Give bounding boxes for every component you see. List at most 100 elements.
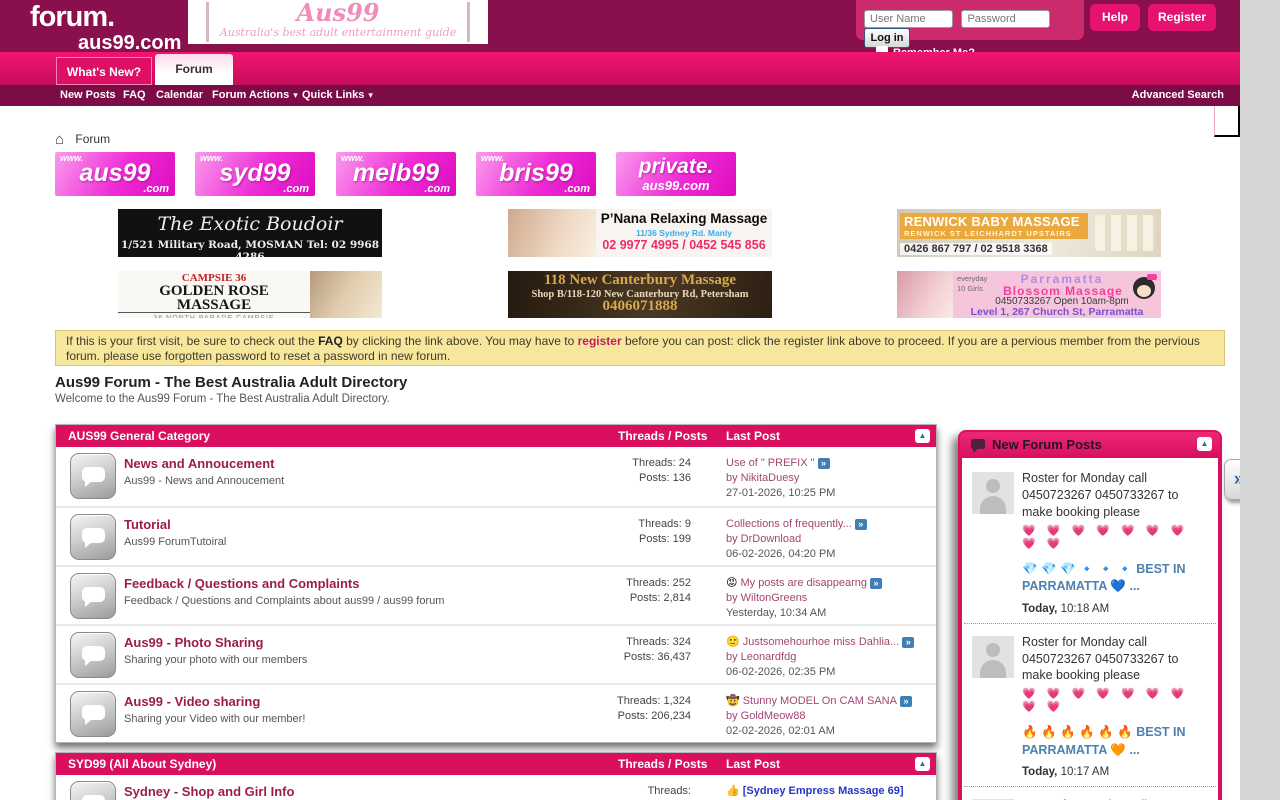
ad-parramatta-blossom-massage[interactable]: everyday 10 Girls Parramatta Blossom Mas… <box>897 271 1161 318</box>
chevron-down-icon: ▾ <box>368 90 373 100</box>
forum-description: Aus99 - News and Annoucement <box>124 475 284 487</box>
forum-bubble-icon <box>70 573 116 619</box>
username-field[interactable] <box>864 10 953 28</box>
nav-new-posts[interactable]: New Posts <box>60 85 116 106</box>
banner-tagline: Australia's best adult entertainment gui… <box>188 26 488 39</box>
password-field[interactable] <box>961 10 1050 28</box>
forum-title[interactable]: Tutorial <box>124 517 171 532</box>
ad-exotic-boudoir[interactable]: The Exotic Boudoir 1/521 Military Road, … <box>118 209 382 257</box>
last-post-link[interactable]: Use of " PREFIX " <box>726 457 815 469</box>
last-post-author[interactable]: by GoldMeow88 <box>726 710 806 722</box>
goto-last-post-icon[interactable]: » <box>855 519 867 530</box>
forum-description: Feedback / Questions and Complaints abou… <box>124 595 444 607</box>
advanced-search-link[interactable]: Advanced Search <box>1132 85 1224 106</box>
last-post-link[interactable]: Collections of frequently... <box>726 518 852 530</box>
last-post-author[interactable]: by NikitaDuesy <box>726 472 799 484</box>
search-button[interactable] <box>1214 104 1240 137</box>
sidebar-header: New Forum Posts ▲ <box>960 432 1220 458</box>
forum-title[interactable]: Feedback / Questions and Complaints <box>124 576 360 591</box>
avatar[interactable] <box>972 636 1014 678</box>
chevrons-right-icon: » <box>1234 469 1240 490</box>
tab-forum[interactable]: Forum <box>155 54 233 85</box>
banner-aus99[interactable]: www.aus99.com <box>55 152 175 196</box>
bow-icon <box>1147 274 1157 280</box>
category-title[interactable]: SYD99 (All About Sydney) <box>68 757 216 771</box>
collapse-icon[interactable]: ▲ <box>915 429 930 443</box>
forum-row: Tutorial Aus99 ForumTutoiral Threads: 9P… <box>56 506 936 565</box>
post-link-accent[interactable]: 🔥 🔥 🔥 🔥 🔥 🔥 BEST IN PARRAMATTA 🧡 ... <box>1022 724 1210 759</box>
nav-calendar[interactable]: Calendar <box>156 85 203 106</box>
breadcrumb-forum[interactable]: Forum <box>75 132 110 146</box>
last-post-date: 02-02-2026, 02:01 AM <box>726 725 835 737</box>
forum-title[interactable]: News and Annoucement <box>124 456 274 471</box>
forum-bubble-icon <box>70 453 116 499</box>
aus99-banner-ad[interactable]: Aus99 Australia's best adult entertainme… <box>188 0 488 44</box>
ad-golden-rose-massage[interactable]: CAMPSIE 36 GOLDEN ROSE MASSAGE 36 NORTH … <box>118 271 382 318</box>
candles-photo <box>1095 215 1155 251</box>
sidebar-body: Roster for Monday call 0450723267 045073… <box>962 458 1218 800</box>
page: forum. aus99.com Aus99 Australia's best … <box>0 0 1240 800</box>
column-threads-posts: Threads / Posts <box>618 753 707 775</box>
forum-stats: Threads: 61,276 <box>629 784 691 800</box>
nav-forum-actions[interactable]: Forum Actions▾ <box>212 85 298 106</box>
search-input[interactable] <box>1078 109 1206 128</box>
banner-bris99[interactable]: www.bris99.com <box>476 152 596 196</box>
logo-line2: aus99.com <box>78 33 181 53</box>
nav-faq[interactable]: FAQ <box>123 85 146 106</box>
forum-bubble-icon <box>70 514 116 560</box>
forum-row: Aus99 - Video sharing Sharing your Video… <box>56 683 936 742</box>
ad-renwick-baby-massage[interactable]: RENWICK BABY MASSAGE RENWICK ST LEICHHAR… <box>897 209 1161 257</box>
collapse-icon[interactable]: ▲ <box>1197 437 1212 451</box>
last-post-link[interactable]: [Sydney Empress Massage 69] <box>743 785 904 797</box>
goto-last-post-icon[interactable]: » <box>818 458 830 469</box>
banner-syd99[interactable]: www.syd99.com <box>195 152 315 196</box>
ad-canterbury-massage[interactable]: 118 New Canterbury Massage Shop B/118-12… <box>508 271 772 318</box>
register-button[interactable]: Register <box>1148 4 1216 31</box>
forum-stats: Threads: 24Posts: 136 <box>596 456 691 486</box>
page-title: Aus99 Forum - The Best Australia Adult D… <box>55 374 407 391</box>
category-header: SYD99 (All About Sydney) Threads / Posts… <box>56 753 936 775</box>
faq-link[interactable]: FAQ <box>318 334 343 348</box>
list-item: Roster for Monday call 0450723267 045073… <box>964 460 1216 624</box>
home-icon[interactable]: ⌂ <box>55 131 64 148</box>
tab-whats-new[interactable]: What's New? <box>56 57 152 85</box>
nav-quick-links[interactable]: Quick Links▾ <box>302 85 373 106</box>
post-link-accent[interactable]: 💎 💎 💎 🔹 🔹 🔹 BEST IN PARRAMATTA 💙 ... <box>1022 561 1210 596</box>
angry-face-icon: 😡 <box>726 577 737 589</box>
collapse-icon[interactable]: ▲ <box>915 757 930 771</box>
forum-title[interactable]: Aus99 - Photo Sharing <box>124 635 263 650</box>
last-post-author[interactable]: by Leonardfdg <box>726 651 796 663</box>
sidebar-collapse-toggle[interactable]: » <box>1224 459 1240 500</box>
top-header: forum. aus99.com Aus99 Australia's best … <box>0 0 1240 52</box>
last-post-author[interactable]: by DrDownload <box>726 533 801 545</box>
goto-last-post-icon[interactable]: » <box>870 578 882 589</box>
last-post-link[interactable]: Justsomehourhoe miss Dahlia... <box>743 636 900 648</box>
banner-title: Aus99 <box>188 0 488 26</box>
forum-description: Sharing your Video with our member! <box>124 713 305 725</box>
banner-private-aus99[interactable]: private.aus99.com <box>616 152 736 196</box>
last-post-author[interactable]: by WiltonGreens <box>726 592 807 604</box>
goto-last-post-icon[interactable]: » <box>900 696 912 707</box>
category-aus99-general: AUS99 General Category Threads / Posts L… <box>55 424 937 743</box>
post-link[interactable]: Roster for Monday call 0450723267 045073… <box>1022 634 1210 685</box>
ad-pnana-massage[interactable]: P’Nana Relaxing Massage 11/36 Sydney Rd.… <box>508 209 772 257</box>
help-button[interactable]: Help <box>1090 4 1140 31</box>
site-logo[interactable]: forum. aus99.com <box>30 3 181 53</box>
register-link[interactable]: register <box>578 334 622 348</box>
last-post-link[interactable]: Stunny MODEL On CAM SANA <box>743 695 897 707</box>
forum-title[interactable]: Aus99 - Video sharing <box>124 694 260 709</box>
category-title[interactable]: AUS99 General Category <box>68 429 210 443</box>
login-button[interactable]: Log in <box>864 28 910 48</box>
forum-bubble-icon <box>70 691 116 737</box>
forum-title[interactable]: Sydney - Shop and Girl Info <box>124 784 294 799</box>
first-visit-notice: If this is your first visit, be sure to … <box>55 330 1225 366</box>
post-link[interactable]: Roster for Monday call 0450723267 045073… <box>1022 470 1210 521</box>
avatar[interactable] <box>972 472 1014 514</box>
last-post-link[interactable]: My posts are disappearng <box>740 577 867 589</box>
smiley-icon: 🙂 <box>726 636 740 648</box>
banner-melb99[interactable]: www.melb99.com <box>336 152 456 196</box>
goto-last-post-icon[interactable]: » <box>902 637 914 648</box>
forum-row: Feedback / Questions and Complaints Feed… <box>56 565 936 624</box>
chevron-down-icon: ▾ <box>293 90 298 100</box>
ad-photo <box>310 271 382 318</box>
